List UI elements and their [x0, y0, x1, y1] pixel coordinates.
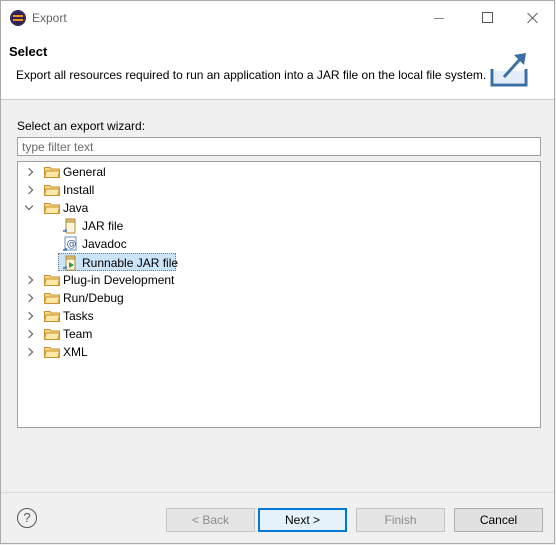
- tree-item-xml[interactable]: XML: [22, 343, 222, 361]
- expand-chevron-icon[interactable]: [24, 181, 34, 199]
- filter-input[interactable]: [17, 137, 541, 156]
- maximize-button[interactable]: [464, 1, 510, 35]
- title-bar: Export: [1, 1, 554, 35]
- folder-open-icon: [44, 203, 60, 214]
- tree-item-label: Install: [63, 183, 95, 197]
- tree-item-label: Plug-in Development: [63, 273, 175, 287]
- tree-item-label: Java: [63, 201, 89, 215]
- finish-button[interactable]: Finish: [356, 508, 445, 532]
- expand-chevron-icon[interactable]: [24, 307, 34, 325]
- tree-item-label: Team: [63, 327, 93, 341]
- javadoc-icon: @: [63, 236, 77, 251]
- footer-divider: [1, 492, 554, 493]
- expand-chevron-icon[interactable]: [24, 289, 34, 307]
- expand-chevron-icon[interactable]: [24, 163, 34, 181]
- tree-item-javadoc[interactable]: @ Javadoc: [60, 235, 220, 253]
- cancel-button[interactable]: Cancel: [454, 508, 543, 532]
- collapse-chevron-icon[interactable]: [25, 199, 35, 217]
- tree-item-tasks[interactable]: Tasks: [22, 307, 222, 325]
- tree-item-run-debug[interactable]: Run/Debug: [22, 289, 222, 307]
- tree-item-label: XML: [63, 345, 88, 359]
- tree-item-team[interactable]: Team: [22, 325, 222, 343]
- folder-icon: [44, 167, 60, 178]
- tree-item-label: Runnable JAR file: [82, 256, 179, 270]
- folder-icon: [44, 347, 60, 358]
- eclipse-icon: [10, 10, 26, 26]
- tree-item-general[interactable]: General: [22, 163, 222, 181]
- tree-item-label: Tasks: [63, 309, 94, 323]
- runnable-jar-icon: [63, 255, 76, 271]
- expand-chevron-icon[interactable]: [24, 325, 34, 343]
- tree-item-label: General: [63, 165, 106, 179]
- tree-item-label: Javadoc: [82, 237, 127, 251]
- export-wizard-icon: [487, 48, 535, 90]
- expand-chevron-icon[interactable]: [24, 271, 34, 289]
- tree-item-runnable-jar-file[interactable]: Runnable JAR file: [58, 253, 179, 271]
- folder-icon: [44, 311, 60, 322]
- help-button[interactable]: ?: [17, 508, 37, 528]
- folder-icon: [44, 185, 60, 196]
- wizard-tree: General Install Java JAR file @ Javadoc …: [17, 161, 541, 428]
- tree-item-label: Run/Debug: [63, 291, 124, 305]
- tree-item-jar-file[interactable]: JAR file: [60, 217, 220, 235]
- folder-icon: [44, 275, 60, 286]
- tree-item-java[interactable]: Java: [22, 199, 222, 217]
- folder-icon: [44, 293, 60, 304]
- back-button[interactable]: < Back: [166, 508, 255, 532]
- folder-icon: [44, 329, 60, 340]
- close-button[interactable]: [510, 1, 556, 35]
- tree-item-label: JAR file: [82, 219, 124, 233]
- jar-file-icon: [63, 218, 76, 234]
- minimize-button[interactable]: [416, 1, 462, 35]
- wizard-label: Select an export wizard:: [17, 119, 146, 133]
- next-button[interactable]: Next >: [258, 508, 347, 532]
- page-title: Select: [9, 44, 48, 59]
- wizard-banner: Select Export all resources required to …: [1, 35, 554, 100]
- expand-chevron-icon[interactable]: [24, 343, 34, 361]
- svg-text:@: @: [67, 239, 77, 250]
- window-title: Export: [32, 11, 67, 25]
- export-dialog: Export Select Export all resources requi…: [0, 0, 555, 544]
- tree-item-install[interactable]: Install: [22, 181, 222, 199]
- page-description: Export all resources required to run an …: [16, 68, 487, 82]
- tree-item-plugin-development[interactable]: Plug-in Development: [22, 271, 222, 289]
